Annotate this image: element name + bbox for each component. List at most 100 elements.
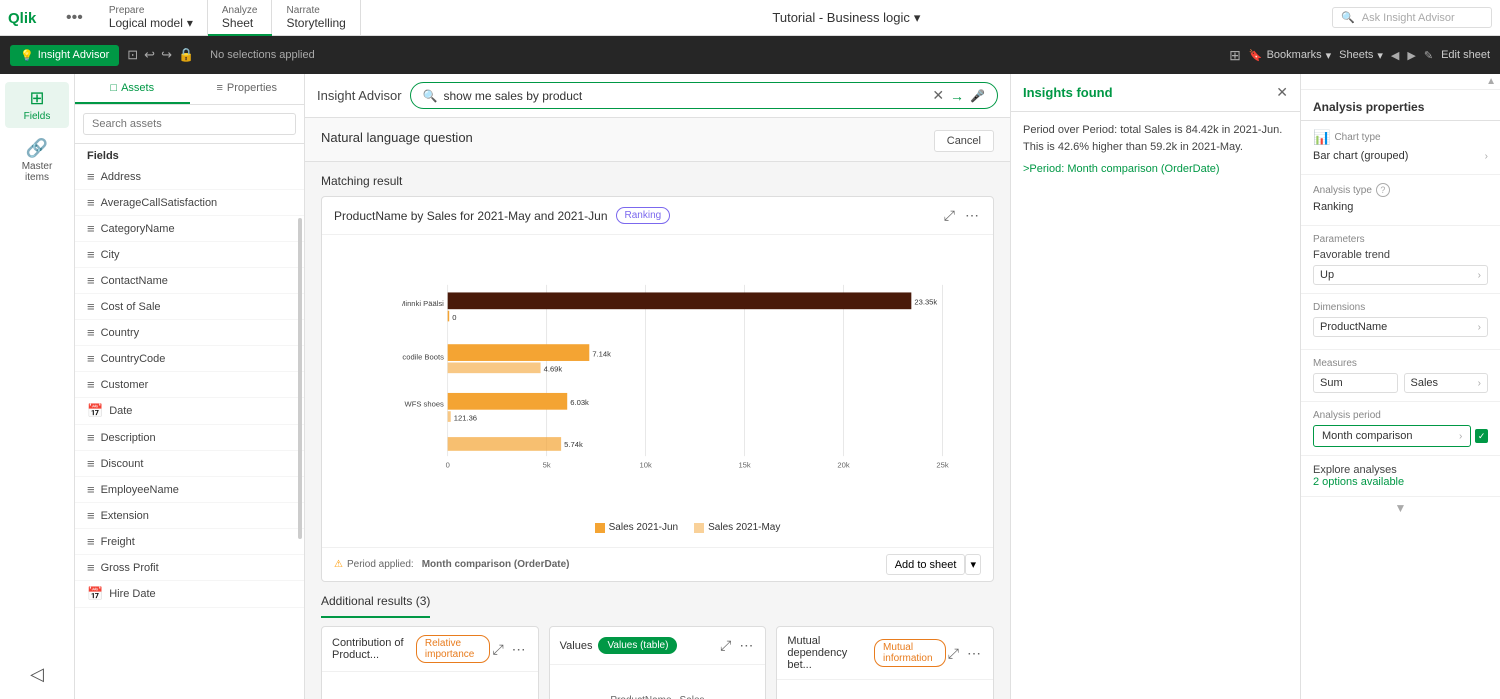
chevron-down-icon: ▾ — [1377, 49, 1383, 62]
field-item-costofsale[interactable]: ≡ Cost of Sale — [75, 294, 304, 320]
chevron-down-icon[interactable]: ▾ — [914, 10, 921, 26]
expand-card3-button[interactable]: ⤢ — [946, 643, 961, 664]
ia-header: Insight Advisor 🔍 ✕ → 🎤 — [305, 74, 1010, 118]
chart-menu-button[interactable]: ⋯ — [963, 205, 981, 226]
sidebar-item-master-items[interactable]: 🔗 Master items — [5, 132, 69, 189]
field-item-country[interactable]: ≡ Country — [75, 320, 304, 346]
field-item-extension[interactable]: ≡ Extension — [75, 503, 304, 529]
sum-tag[interactable]: Sum — [1313, 373, 1398, 393]
selections-icon[interactable]: ⊡ — [127, 47, 138, 63]
chart-actions: ⤢ ⋯ — [942, 205, 981, 226]
expand-card1-button[interactable]: ⤢ — [490, 639, 505, 660]
field-item-contact[interactable]: ≡ ContactName — [75, 268, 304, 294]
add-to-sheet-button[interactable]: Add to sheet — [886, 554, 966, 575]
measures-section: Measures Sum Sales › — [1301, 350, 1500, 402]
bar-minnki-may — [448, 311, 450, 322]
field-item-address[interactable]: ≡ Address — [75, 164, 304, 190]
field-item-city[interactable]: ≡ City — [75, 242, 304, 268]
expand-chart-button[interactable]: ⤢ — [942, 205, 957, 226]
menu-card3-button[interactable]: ⋯ — [965, 643, 983, 664]
insights-link[interactable]: >Period: Month comparison (OrderDate) — [1023, 163, 1220, 175]
grid-icon[interactable]: ⊞ — [1229, 47, 1241, 64]
field-item-avgcall[interactable]: ≡ AverageCallSatisfaction — [75, 190, 304, 216]
second-nav-right: ⊞ 🔖 Bookmarks ▾ Sheets ▾ ◀ ▶ ✎ Edit shee… — [1229, 47, 1490, 64]
sales-tag[interactable]: Sales › — [1404, 373, 1489, 393]
menu-card2-button[interactable]: ⋯ — [737, 635, 755, 656]
analysis-help-icon[interactable]: ? — [1376, 183, 1390, 197]
mini-card-body-1: 600k 150.00% — [322, 672, 538, 699]
period-checkbox[interactable]: ✓ — [1475, 429, 1488, 443]
matching-result-label: Matching result — [321, 174, 994, 188]
menu-card1-button[interactable]: ⋯ — [510, 639, 528, 660]
no-selections-text: No selections applied — [210, 49, 315, 61]
field-item-date[interactable]: 📅 Date — [75, 398, 304, 425]
narrate-section[interactable]: Narrate Storytelling — [272, 0, 360, 36]
svg-text:Qlik: Qlik — [8, 10, 37, 27]
svg-text:15k: 15k — [738, 461, 750, 470]
favorable-trend-select[interactable]: Up › — [1313, 265, 1488, 285]
submit-search-button[interactable]: → — [950, 88, 964, 104]
field-item-description[interactable]: ≡ Description — [75, 425, 304, 451]
field-item-discount[interactable]: ≡ Discount — [75, 451, 304, 477]
svg-text:0: 0 — [446, 461, 450, 470]
svg-text:20k: 20k — [837, 461, 849, 470]
mini-card-header-3: Mutual dependency bet... Mutual informat… — [777, 627, 993, 680]
sheets-button[interactable]: Sheets ▾ — [1339, 49, 1383, 62]
ask-insight-input[interactable]: 🔍 Ask Insight Advisor — [1332, 7, 1492, 28]
nlq-section: Cancel Natural language question — [305, 118, 1010, 162]
analysis-period-label: Analysis period — [1313, 410, 1488, 421]
scroll-down-button[interactable]: ▼ — [1301, 497, 1500, 519]
field-item-countrycode[interactable]: ≡ CountryCode — [75, 346, 304, 372]
nav-dots-icon[interactable]: ••• — [66, 9, 83, 27]
sidebar-item-bottom[interactable]: ◁ — [5, 658, 69, 691]
prepare-section[interactable]: Prepare Logical model ▾ — [95, 0, 208, 36]
bookmarks-button[interactable]: 🔖 Bookmarks ▾ — [1249, 49, 1331, 62]
field-item-freight[interactable]: ≡ Freight — [75, 529, 304, 555]
field-item-grossprofit[interactable]: ≡ Gross Profit — [75, 555, 304, 581]
field-icon: ≡ — [87, 430, 95, 445]
field-item-category[interactable]: ≡ CategoryName — [75, 216, 304, 242]
insight-icon: 💡 — [20, 49, 34, 62]
asset-tabs: □ Assets ≡ Properties — [75, 74, 304, 105]
cancel-button[interactable]: Cancel — [934, 130, 994, 152]
bar-chart-svg: ProductName 0 5k 10k 15k 20k — [402, 245, 973, 515]
redo-icon[interactable]: ↪ — [161, 47, 172, 63]
bar-small-may — [448, 362, 541, 373]
explore-analyses-link[interactable]: 2 options available — [1313, 476, 1404, 488]
app-logo: Qlik — [8, 7, 58, 29]
ia-search-input[interactable] — [444, 89, 927, 103]
add-sheet-dropdown[interactable]: ▾ — [965, 554, 981, 575]
clear-search-button[interactable]: ✕ — [932, 87, 944, 104]
tab-assets[interactable]: □ Assets — [75, 74, 190, 104]
period-select[interactable]: Month comparison › — [1313, 425, 1471, 447]
analyze-section[interactable]: Analyze Sheet — [208, 0, 273, 36]
field-item-employee[interactable]: ≡ EmployeeName — [75, 477, 304, 503]
chevron-right-icon: › — [1459, 431, 1462, 442]
fields-icon: ⊞ — [29, 88, 44, 109]
scroll-bar[interactable] — [298, 218, 302, 539]
svg-text:6.03k: 6.03k — [570, 398, 589, 407]
additional-cards: Contribution of Product... Relative impo… — [321, 626, 994, 699]
undo-icon[interactable]: ↩ — [144, 47, 155, 63]
svg-text:WFS shoes: WFS shoes — [405, 400, 445, 409]
edit-sheet-button[interactable]: Edit sheet — [1441, 49, 1490, 61]
tab-properties[interactable]: ≡ Properties — [190, 74, 305, 104]
insights-close-button[interactable]: ✕ — [1276, 84, 1288, 101]
expand-card2-button[interactable]: ⤢ — [718, 635, 733, 656]
insight-advisor-button[interactable]: 💡 Insight Advisor — [10, 45, 119, 66]
field-icon: ≡ — [87, 273, 95, 288]
parameters-section: Parameters Favorable trend Up › — [1301, 226, 1500, 294]
field-item-hiredate[interactable]: 📅 Hire Date — [75, 581, 304, 608]
field-item-customer[interactable]: ≡ Customer — [75, 372, 304, 398]
asset-panel: □ Assets ≡ Properties Fields ≡ Address ≡… — [75, 74, 305, 699]
sidebar-item-fields[interactable]: ⊞ Fields — [5, 82, 69, 128]
dimension-tag[interactable]: ProductName › — [1313, 317, 1488, 337]
chart-type-label: 📊 Chart type — [1313, 129, 1488, 146]
edit-icon[interactable]: ✎ — [1424, 49, 1433, 62]
search-assets-input[interactable] — [83, 113, 296, 135]
microphone-button[interactable]: 🎤 — [970, 89, 985, 103]
lock-icon[interactable]: 🔒 — [178, 47, 194, 63]
explore-analyses-section: Explore analyses 2 options available — [1301, 456, 1500, 497]
second-nav: 💡 Insight Advisor ⊡ ↩ ↪ 🔒 No selections … — [0, 36, 1500, 74]
assets-icon: □ — [110, 82, 117, 94]
